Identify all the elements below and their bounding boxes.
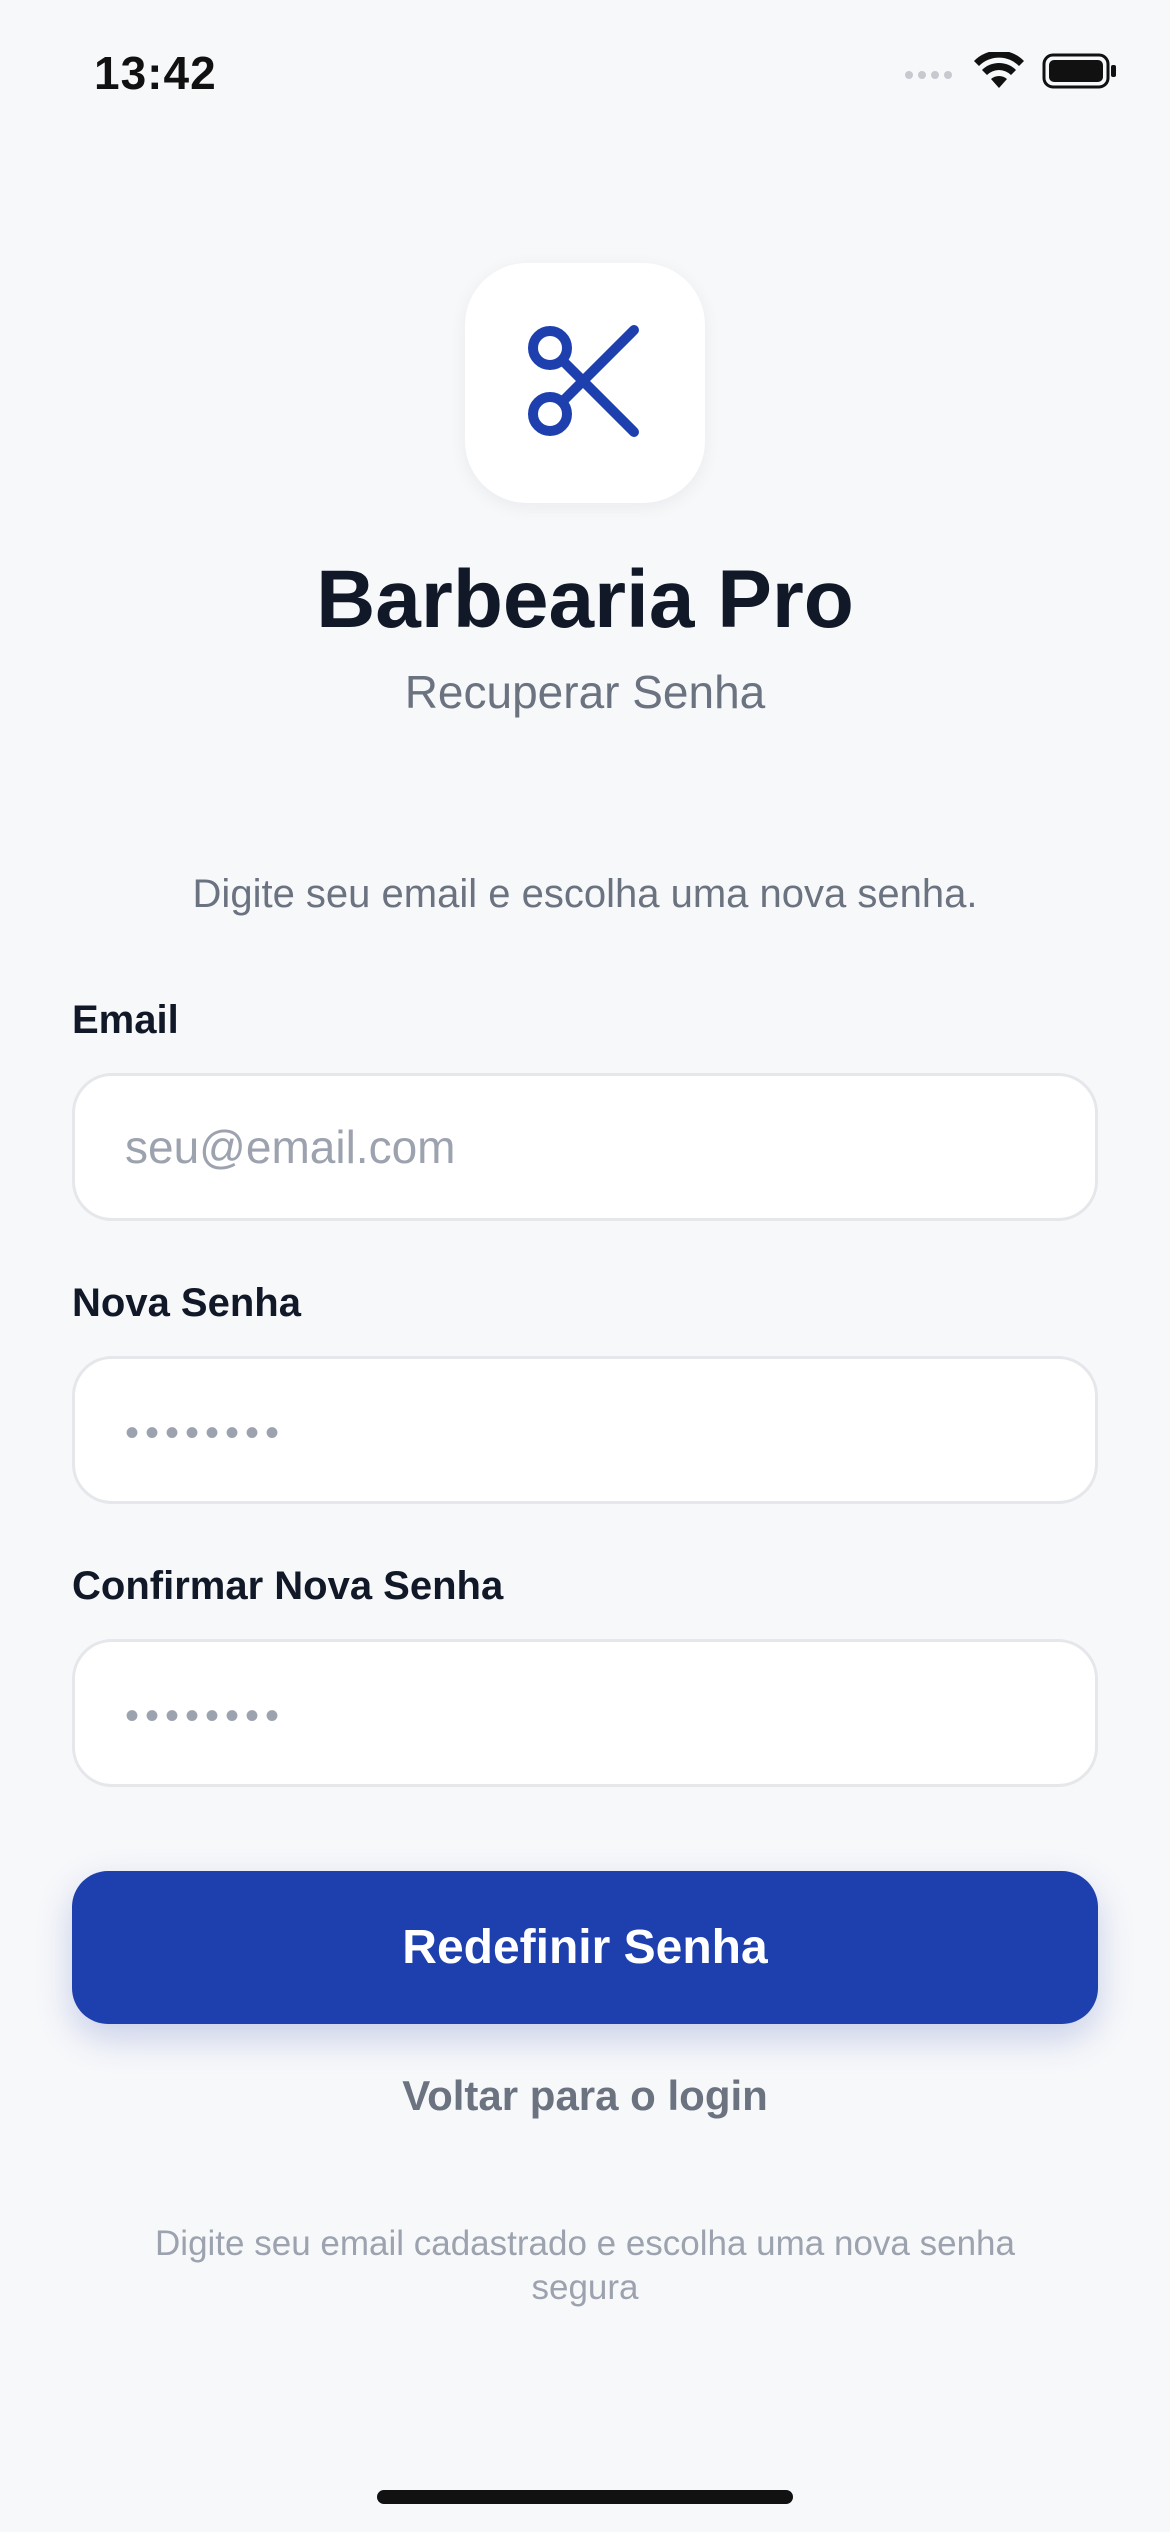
home-indicator[interactable] xyxy=(377,2490,793,2504)
email-field[interactable] xyxy=(72,1073,1098,1221)
new-password-field[interactable] xyxy=(72,1356,1098,1504)
footer-note: Digite seu email cadastrado e escolha um… xyxy=(155,2224,1015,2307)
new-password-label: Nova Senha xyxy=(72,1281,301,1325)
app-title: Barbearia Pro xyxy=(316,554,854,645)
confirm-password-label: Confirmar Nova Senha xyxy=(72,1564,504,1608)
cellular-signal-icon xyxy=(904,61,956,86)
confirm-password-field[interactable] xyxy=(72,1639,1098,1787)
back-to-login-link[interactable]: Voltar para o login xyxy=(0,2072,1170,2120)
status-icons xyxy=(904,50,1118,95)
status-bar: 13:42 xyxy=(0,0,1170,150)
instructions-text: Digite seu email e escolha uma nova senh… xyxy=(192,872,978,916)
wifi-icon xyxy=(974,50,1024,95)
battery-icon xyxy=(1042,52,1118,95)
page-subtitle: Recuperar Senha xyxy=(404,666,766,718)
email-label: Email xyxy=(72,998,179,1042)
app-logo xyxy=(465,263,705,503)
status-time: 13:42 xyxy=(94,47,217,99)
reset-password-button[interactable]: Redefinir Senha xyxy=(72,1871,1098,2024)
scissors-icon xyxy=(520,316,650,451)
